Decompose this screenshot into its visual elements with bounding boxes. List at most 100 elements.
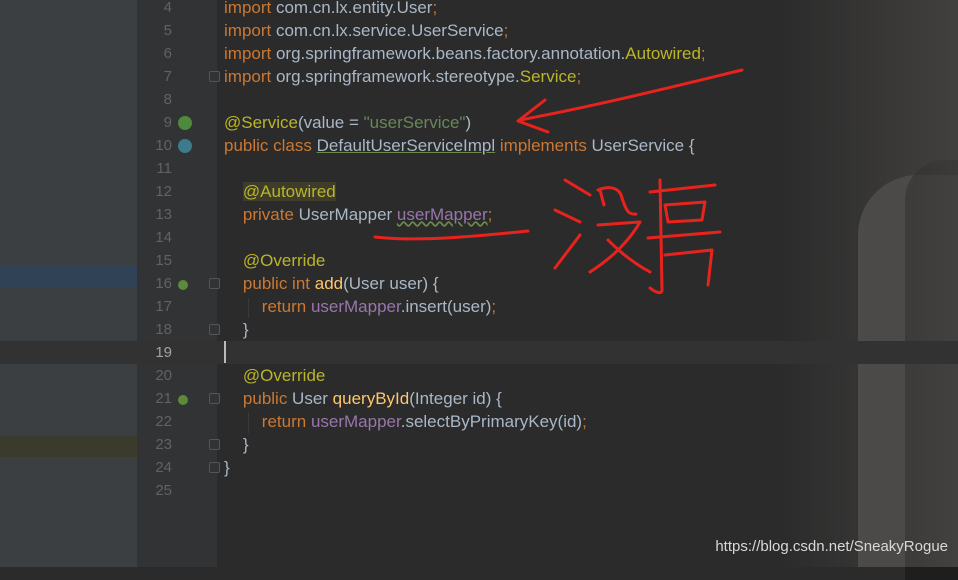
code-token: (Integer id) { — [409, 389, 502, 408]
code-text[interactable]: } — [224, 433, 249, 456]
fold-marker-icon[interactable] — [209, 71, 220, 82]
line-number[interactable]: 15 — [147, 249, 172, 272]
fold-marker-icon[interactable] — [209, 462, 220, 473]
override-method-icon[interactable] — [178, 280, 188, 290]
line-number[interactable]: 6 — [147, 42, 172, 65]
code-text[interactable]: import com.cn.lx.entity.User; — [224, 0, 437, 19]
fold-marker-icon[interactable] — [209, 439, 220, 450]
code-text[interactable]: public class DefaultUserServiceImpl impl… — [224, 134, 695, 157]
code-text[interactable]: @Override — [224, 364, 325, 387]
line-number[interactable]: 16 — [147, 272, 172, 295]
line-number[interactable]: 20 — [147, 364, 172, 387]
line-number[interactable]: 11 — [147, 157, 172, 180]
code-line[interactable]: 4 import com.cn.lx.entity.User; — [0, 0, 958, 19]
code-line[interactable]: 24} — [0, 456, 958, 479]
code-text[interactable]: } — [224, 456, 230, 479]
line-number[interactable]: 8 — [147, 88, 172, 111]
class-c-icon[interactable] — [178, 139, 192, 153]
code-text[interactable]: import org.springframework.beans.factory… — [224, 42, 706, 65]
code-line[interactable]: 17 return userMapper.insert(user); — [0, 295, 958, 318]
override-method-icon[interactable] — [178, 395, 188, 405]
line-number[interactable]: 4 — [147, 0, 172, 19]
code-line[interactable]: 6 import org.springframework.beans.factor… — [0, 42, 958, 65]
code-text[interactable]: private UserMapper userMapper; — [224, 203, 492, 226]
code-text[interactable]: import org.springframework.stereotype.Se… — [224, 65, 581, 88]
line-number[interactable]: 25 — [147, 479, 172, 502]
code-token: ; — [487, 205, 493, 224]
line-number[interactable]: 22 — [147, 410, 172, 433]
line-number[interactable]: 5 — [147, 19, 172, 42]
line-number[interactable]: 14 — [147, 226, 172, 249]
code-text[interactable]: @Service(value = "userService") — [224, 111, 471, 134]
code-line[interactable]: 11 — [0, 157, 958, 180]
code-token: implements — [495, 136, 592, 155]
line-number[interactable]: 13 — [147, 203, 172, 226]
watermark: https://blog.csdn.net/SneakyRogue — [715, 538, 948, 555]
fold-marker-icon[interactable] — [209, 324, 220, 335]
line-number[interactable]: 9 — [147, 111, 172, 134]
code-line[interactable]: 16 public int add(User user) { — [0, 272, 958, 295]
code-line[interactable]: 8 — [0, 88, 958, 111]
code-token: org.springframework.beans.factory.annota… — [275, 44, 626, 63]
spring-bean-icon[interactable] — [178, 116, 192, 130]
line-number[interactable]: 12 — [147, 180, 172, 203]
code-token: import — [224, 67, 276, 86]
code-token: public int — [242, 274, 315, 293]
line-number[interactable]: 24 — [147, 456, 172, 479]
code-line[interactable]: 12 @Autowired — [0, 180, 958, 203]
fold-marker-icon[interactable] — [209, 393, 220, 404]
code-token: ; — [576, 67, 582, 86]
code-line[interactable]: 25 — [0, 479, 958, 502]
code-line[interactable]: 15 @Override — [0, 249, 958, 272]
code-text[interactable]: @Override — [224, 249, 325, 272]
code-text[interactable]: return userMapper.insert(user); — [224, 295, 496, 318]
code-line[interactable]: 10 public class DefaultUserServiceImpl im… — [0, 134, 958, 157]
line-number[interactable]: 21 — [147, 387, 172, 410]
code-token: @Service — [224, 113, 298, 132]
code-line[interactable]: 21 public User queryById(Integer id) { — [0, 387, 958, 410]
code-token: private — [242, 205, 299, 224]
code-line[interactable]: 9 @Service(value = "userService") — [0, 111, 958, 134]
code-token: @Autowired — [242, 182, 336, 201]
code-line[interactable]: 14 — [0, 226, 958, 249]
fold-marker-icon[interactable] — [209, 278, 220, 289]
code-line[interactable]: 5 import com.cn.lx.service.UserService; — [0, 19, 958, 42]
line-number[interactable]: 18 — [147, 318, 172, 341]
code-text[interactable]: import com.cn.lx.service.UserService; — [224, 19, 508, 42]
code-token: queryById — [332, 389, 410, 408]
line-number[interactable]: 23 — [147, 433, 172, 456]
code-token: (value = — [297, 113, 364, 132]
line-number[interactable]: 7 — [147, 65, 172, 88]
line-number[interactable]: 17 — [147, 295, 172, 318]
code-token: userMapper — [310, 412, 401, 431]
code-token: org.springframework.stereotype. — [275, 67, 520, 86]
code-token: Service — [519, 67, 577, 86]
code-token: add — [314, 274, 344, 293]
code-text[interactable]: public User queryById(Integer id) { — [224, 387, 502, 410]
code-line[interactable]: 20 @Override — [0, 364, 958, 387]
code-token: .insert(user) — [400, 297, 492, 316]
code-line[interactable]: 7 import org.springframework.stereotype.S… — [0, 65, 958, 88]
code-text[interactable]: } — [224, 318, 249, 341]
code-token: ; — [503, 21, 509, 40]
code-line[interactable]: 18 } — [0, 318, 958, 341]
code-text[interactable]: @Autowired — [224, 180, 336, 203]
code-token: UserService { — [591, 136, 695, 155]
code-token: return — [261, 412, 311, 431]
code-line[interactable]: 13 private UserMapper userMapper; — [0, 203, 958, 226]
code-text[interactable]: public int add(User user) { — [224, 272, 439, 295]
code-line[interactable]: 19 — [0, 341, 958, 364]
code-token: } — [224, 435, 249, 454]
line-number[interactable]: 19 — [147, 341, 172, 364]
line-number[interactable]: 10 — [147, 134, 172, 157]
code-token: User — [292, 389, 333, 408]
code-token: public class — [224, 136, 317, 155]
code-line[interactable]: 23 } — [0, 433, 958, 456]
code-line[interactable]: 22 return userMapper.selectByPrimaryKey(… — [0, 410, 958, 433]
code-text[interactable]: return userMapper.selectByPrimaryKey(id)… — [224, 410, 587, 433]
indent-guide — [248, 413, 249, 433]
